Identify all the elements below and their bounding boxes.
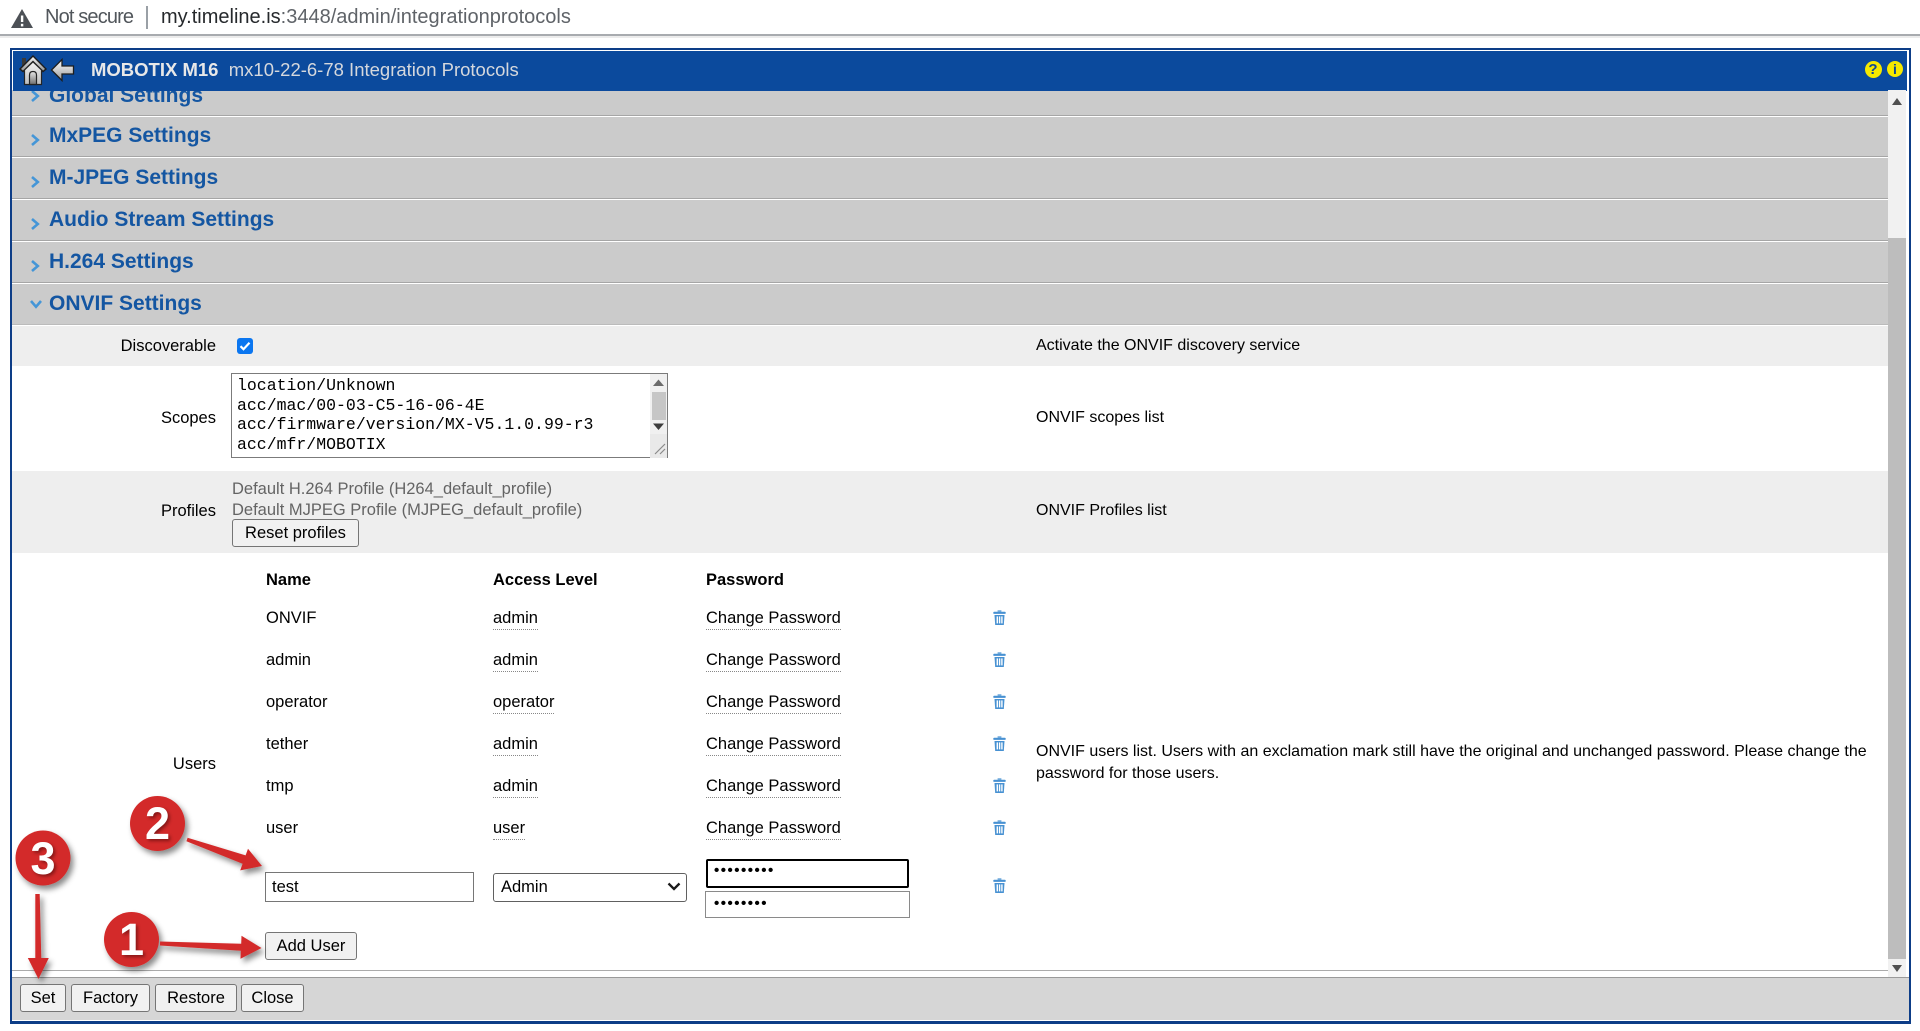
svg-text:2: 2 <box>145 798 170 849</box>
svg-text:1: 1 <box>119 914 144 965</box>
svg-text:3: 3 <box>30 833 55 884</box>
